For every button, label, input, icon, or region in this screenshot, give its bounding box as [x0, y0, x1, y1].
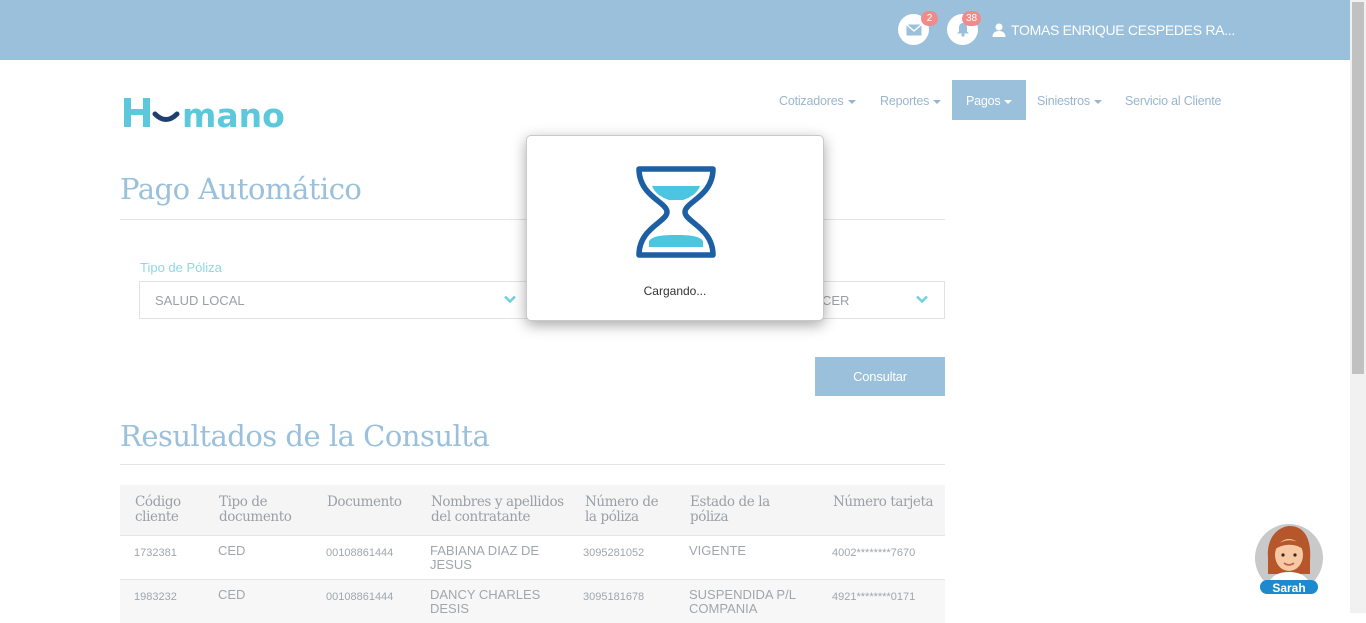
- results-divider: [120, 464, 945, 465]
- cell-codigo: 1732381: [134, 547, 177, 559]
- hourglass-icon: [636, 166, 716, 258]
- cell-documento: 00108861444: [326, 591, 394, 603]
- cell-estado: SUSPENDIDA P/L COMPANIA: [689, 587, 796, 616]
- cell-tipo: CED: [218, 587, 246, 602]
- nav-siniestros[interactable]: Siniestros: [1037, 80, 1102, 120]
- cell-documento: 00108861444: [326, 547, 394, 559]
- results-title: Resultados de la Consulta: [120, 419, 490, 453]
- table-header: Código cliente Tipo de documento Documento…: [120, 485, 945, 535]
- caret-down-icon: [1004, 99, 1013, 104]
- results-table: Código cliente Tipo de documento Documento…: [120, 485, 945, 623]
- chevron-down-icon: [916, 295, 928, 304]
- assistant-name: Sarah: [1272, 581, 1306, 595]
- cell-poliza: 3095181678: [583, 591, 645, 603]
- nav-servicio-al-cliente[interactable]: Servicio al Cliente: [1125, 80, 1221, 120]
- caret-down-icon: [847, 99, 856, 104]
- nav-reportes[interactable]: Reportes: [880, 80, 942, 120]
- header-numero-tarjeta: Número tarjeta: [833, 494, 934, 510]
- caret-down-icon: [1093, 99, 1102, 104]
- nav-pagos-label: Pagos: [966, 94, 1001, 108]
- cell-nombre: FABIANA DIAZ DE JESUS: [430, 543, 540, 572]
- nav-servicio-label: Servicio al Cliente: [1125, 94, 1222, 108]
- header-codigo-cliente: Código cliente: [135, 494, 181, 525]
- scrollbar-thumb[interactable]: [1352, 2, 1364, 374]
- caret-down-icon: [933, 99, 942, 104]
- header-estado-poliza: Estado de la póliza: [690, 494, 770, 525]
- svg-text:mano: mano: [182, 96, 285, 130]
- humano-logo[interactable]: mano: [122, 94, 312, 135]
- second-select[interactable]: CER: [803, 281, 945, 319]
- second-select-value: CER: [822, 293, 850, 308]
- nav-cotizadores-label: Cotizadores: [779, 94, 844, 108]
- notification-count-badge: 38: [962, 11, 982, 26]
- chat-assistant-button[interactable]: Sarah: [1254, 522, 1324, 595]
- table-row[interactable]: 1983232 CED 00108861444 DANCY CHARLES DES…: [120, 579, 945, 623]
- mail-icon: [905, 23, 922, 35]
- page-title: Pago Automático: [120, 172, 362, 206]
- user-icon: [992, 23, 1006, 37]
- cell-poliza: 3095281052: [583, 547, 645, 559]
- nav-siniestros-label: Siniestros: [1037, 94, 1090, 108]
- header-documento: Documento: [327, 494, 402, 510]
- user-menu[interactable]: TOMAS ENRIQUE CESPEDES RA...: [992, 20, 1235, 40]
- cell-tarjeta: 4002********7670: [832, 547, 916, 559]
- nav-reportes-label: Reportes: [880, 94, 930, 108]
- consultar-button[interactable]: Consultar: [815, 357, 945, 396]
- cell-codigo: 1983232: [134, 591, 177, 603]
- chevron-down-icon: [504, 295, 516, 304]
- policy-type-select[interactable]: SALUD LOCAL: [139, 281, 529, 319]
- cell-estado: VIGENTE: [689, 543, 747, 558]
- loading-modal: Cargando...: [526, 135, 824, 321]
- policy-type-value: SALUD LOCAL: [155, 293, 245, 308]
- cell-tipo: CED: [218, 543, 246, 558]
- mail-count-badge: 2: [921, 11, 938, 26]
- nav-pagos[interactable]: Pagos: [952, 80, 1027, 120]
- loading-text: Cargando...: [643, 284, 707, 298]
- user-name: TOMAS ENRIQUE CESPEDES RA...: [1011, 22, 1235, 38]
- cell-nombre: DANCY CHARLES DESIS: [430, 587, 541, 616]
- header-numero-poliza: Número de la póliza: [585, 494, 659, 525]
- table-row[interactable]: 1732381 CED 00108861444 FABIANA DIAZ DE J…: [120, 535, 945, 579]
- policy-type-label: Tipo de Póliza: [140, 260, 222, 275]
- header-tipo-documento: Tipo de documento: [219, 494, 292, 525]
- nav-cotizadores[interactable]: Cotizadores: [779, 80, 856, 120]
- cell-tarjeta: 4921********0171: [832, 591, 916, 603]
- header-nombres: Nombres y apellidos del contratante: [431, 494, 564, 525]
